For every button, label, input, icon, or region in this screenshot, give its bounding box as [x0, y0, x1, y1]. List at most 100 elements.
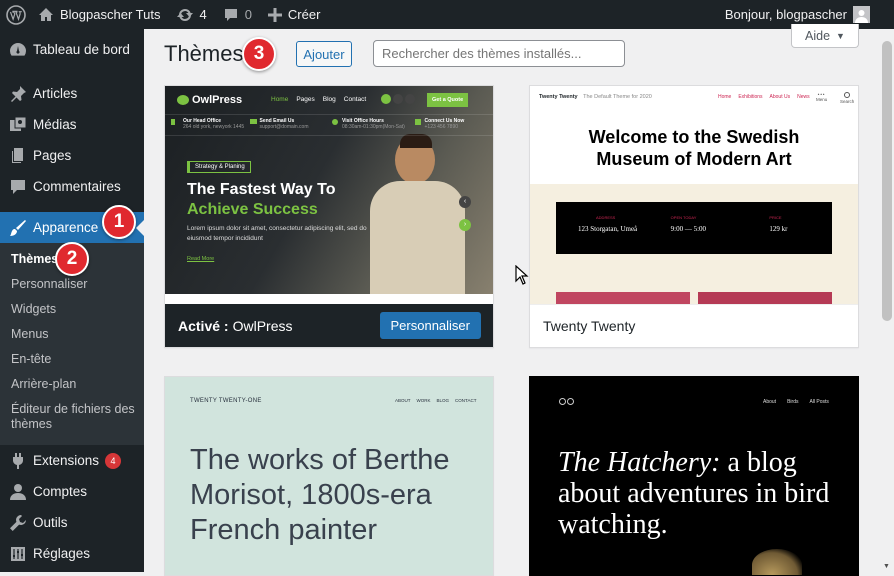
comment-bubble-icon [223, 7, 239, 23]
help-label: Aide [805, 28, 831, 43]
avatar [853, 6, 870, 23]
preview-info-item: Connect Us Now +123 456 7890 [411, 115, 494, 135]
plugin-icon [8, 451, 28, 471]
sidebar-item-comments[interactable]: Commentaires [0, 171, 144, 202]
preview-info-item: Our Head Office 264 old york, newyork 14… [165, 115, 246, 135]
wordpress-logo-icon[interactable] [0, 0, 32, 29]
preview-body: Lorem ipsum dolor sit amet, consectetur … [187, 225, 367, 242]
comments-count: 0 [244, 7, 252, 22]
updates-count: 4 [199, 7, 207, 22]
preview-nav-item: Birds [787, 399, 799, 405]
submenu-item-theme-file-editor[interactable]: Éditeur de fichiers des thèmes [0, 397, 144, 437]
preview-nav-item: Exhibitions [738, 94, 763, 100]
plugins-update-badge: 4 [105, 452, 122, 469]
theme-screenshot: About Birds All Posts The Hatchery: a bl… [530, 377, 858, 575]
theme-card-twentytwenty[interactable]: Twenty Twenty The Default Theme for 2020… [529, 85, 859, 348]
sidebar-item-label: Médias [33, 117, 77, 132]
theme-search-input[interactable] [373, 40, 625, 67]
media-icon [8, 115, 28, 135]
admin-sidebar: Tableau de bord Articles Médias Pages Co… [0, 29, 144, 572]
submenu-item-widgets[interactable]: Widgets [0, 297, 144, 322]
sidebar-item-articles[interactable]: Articles [0, 78, 144, 109]
preview-nav-item: CONTACT [455, 398, 477, 403]
main-content: Aide ▼ Thèmes Ajouter OwlPress Home Page… [144, 24, 880, 576]
photo-person [355, 126, 475, 304]
slider-arrow-left-icon: ‹ [459, 196, 471, 208]
new-content-link[interactable]: Créer [260, 0, 329, 29]
owl-logo-icon [177, 95, 189, 105]
theme-card-twentytwentytwo[interactable]: About Birds All Posts The Hatchery: a bl… [529, 376, 859, 576]
sidebar-item-users[interactable]: Comptes [0, 476, 144, 507]
preview-info-bar: Our Head Office 264 old york, newyork 14… [165, 114, 493, 136]
owlpress-logo: OwlPress [177, 94, 242, 106]
theme-screenshot: Twenty Twenty The Default Theme for 2020… [530, 86, 858, 304]
preview-image-right [698, 292, 832, 304]
preview-image-left [556, 292, 690, 304]
preview-nav: Home Pages Blog Contact [271, 96, 366, 103]
twitter-icon [393, 94, 403, 104]
preview-info-item: Send Email Us support@domain.com [246, 115, 329, 135]
customize-button[interactable]: Personnaliser [379, 312, 481, 339]
add-theme-button[interactable]: Ajouter [296, 41, 352, 67]
instagram-icon [405, 94, 415, 104]
sidebar-item-plugins[interactable]: Extensions 4 [0, 445, 144, 476]
preview-nav-item: News [797, 94, 810, 100]
help-tab[interactable]: Aide ▼ [791, 24, 859, 48]
submenu-item-menus[interactable]: Menus [0, 322, 144, 347]
facebook-icon [381, 94, 391, 104]
preview-headline: Welcome to the Swedish Museum of Modern … [588, 127, 800, 169]
theme-card-owlpress[interactable]: OwlPress Home Pages Blog Contact Get a Q… [164, 85, 494, 348]
sidebar-item-pages[interactable]: Pages [0, 140, 144, 171]
sidebar-item-settings[interactable]: Réglages [0, 538, 144, 569]
preview-nav-item: About Us [769, 94, 791, 100]
wrench-icon [8, 513, 28, 533]
sidebar-item-label: Réglages [33, 546, 91, 561]
site-name-link[interactable]: Blogpascher Tuts [32, 0, 168, 29]
pin-icon [8, 84, 28, 104]
sidebar-item-media[interactable]: Médias [0, 109, 144, 140]
page-scrollbar[interactable]: ▼ [880, 29, 894, 572]
comment-icon [8, 177, 28, 197]
preview-nav-item: WORK [416, 398, 431, 403]
scroll-down-arrow-icon[interactable]: ▼ [883, 563, 890, 570]
site-name-label: Blogpascher Tuts [60, 7, 161, 22]
caret-down-icon: ▼ [836, 30, 845, 41]
sidebar-item-tools[interactable]: Outils [0, 507, 144, 538]
preview-nav-item: Home [718, 94, 732, 100]
dashboard-icon [8, 40, 28, 60]
preview-nav-item: Contact [343, 96, 367, 103]
theme-card-footer: Twenty Twenty [530, 304, 858, 347]
submenu-item-header[interactable]: En-tête [0, 347, 144, 372]
sidebar-item-dashboard[interactable]: Tableau de bord [0, 34, 144, 65]
submenu-item-background[interactable]: Arrière-plan [0, 372, 144, 397]
preview-bottom-strip [165, 294, 493, 304]
preview-nav-item: ABOUT [395, 398, 411, 403]
preview-info-item: PRICE 129 kr [769, 215, 788, 233]
scrollbar-thumb[interactable] [882, 41, 892, 321]
updates-link[interactable]: 4 [168, 0, 214, 29]
page-title: Thèmes [164, 41, 244, 66]
preview-headline: The works of Berthe Morisot, 1800s-era F… [190, 444, 450, 546]
preview-info-item: Visit Office Hours 08:30am-01:30pm(Mon-S… [328, 115, 411, 135]
sidebar-item-label: Articles [33, 86, 78, 101]
preview-cta-button: Get a Quote [427, 93, 469, 107]
settings-icon [8, 544, 28, 564]
theme-card-twentytwentyone[interactable]: TWENTY TWENTY-ONE ABOUT WORK BLOG CONTAC… [164, 376, 494, 576]
theme-card-footer: Activé : OwlPress Personnaliser [165, 304, 493, 347]
active-prefix: Activé : [178, 317, 229, 334]
step-marker-3: 3 [242, 37, 276, 71]
theme-name: OwlPress [232, 317, 293, 334]
sidebar-item-label: Extensions [33, 453, 100, 468]
mouse-cursor-icon [515, 264, 529, 290]
preview-headline: The Hatchery: a blog about adventures in… [558, 447, 848, 540]
admin-bar: Blogpascher Tuts 4 0 Créer Bonjour, blog… [0, 0, 894, 29]
preview-tag: Strategy & Planing [187, 161, 251, 173]
new-content-label: Créer [287, 7, 321, 22]
preview-nav-item: All Posts [809, 399, 829, 405]
preview-headline-1: The Fastest Way To [187, 181, 336, 198]
preview-info-item: ADDRESS 123 Storgatan, Umeå [578, 215, 638, 233]
comments-link[interactable]: 0 [215, 0, 260, 29]
plus-icon [267, 7, 282, 22]
preview-headline-2: Achieve Success [187, 201, 318, 218]
preview-brand: TWENTY TWENTY-ONE [190, 398, 262, 404]
